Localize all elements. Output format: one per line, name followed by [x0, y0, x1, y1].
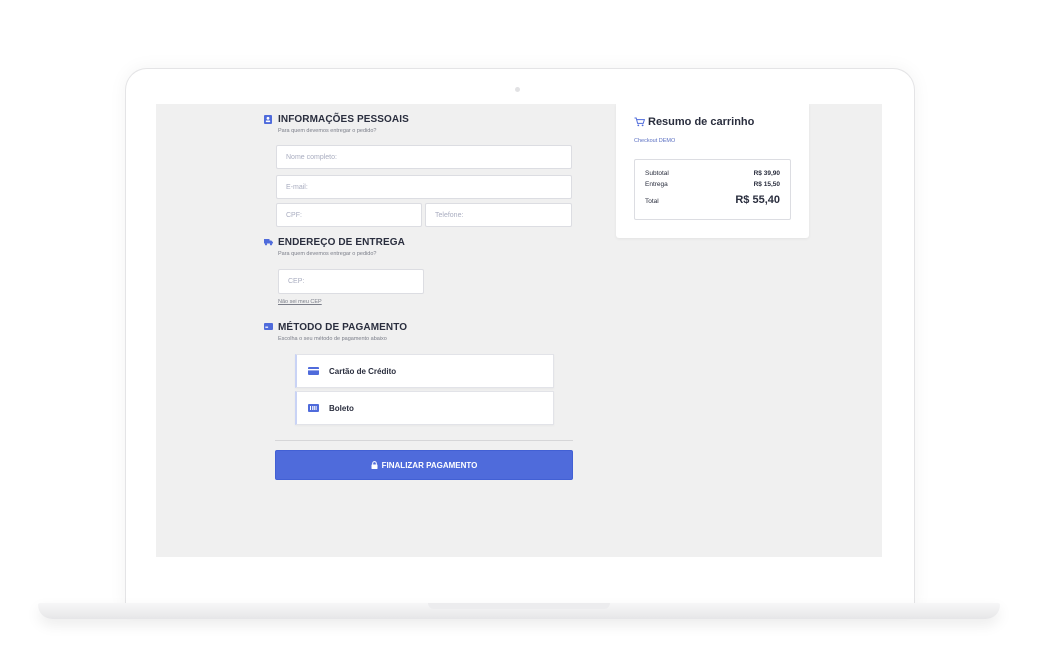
delivery-title: ENDEREÇO DE ENTREGA — [278, 237, 405, 248]
total-value: R$ 55,40 — [735, 194, 780, 206]
phone-field[interactable]: Telefone: — [425, 203, 572, 227]
divider — [275, 440, 573, 441]
barcode-icon — [308, 403, 320, 413]
camera-dot — [515, 87, 520, 92]
personal-info-subtitle: Para quem devemos entregar o pedido? — [278, 128, 377, 134]
boleto-label: Boleto — [329, 403, 354, 413]
personal-info-title: INFORMAÇÕES PESSOAIS — [278, 114, 409, 125]
cart-summary-heading: Resumo de carrinho — [634, 116, 754, 128]
delivery-fee-label: Entrega — [645, 181, 668, 188]
cpf-field[interactable]: CPF: — [276, 203, 422, 227]
delivery-heading: ENDEREÇO DE ENTREGA — [264, 237, 405, 248]
delivery-fee-value: R$ 15,50 — [753, 181, 780, 188]
total-label: Total — [645, 198, 659, 205]
laptop-notch — [428, 603, 610, 609]
truck-icon — [264, 238, 273, 247]
card-icon — [264, 323, 273, 332]
summary-totals-box: Subtotal R$ 39,90 Entrega R$ 15,50 Total… — [634, 159, 791, 220]
lock-icon — [371, 461, 378, 469]
cart-summary-title: Resumo de carrinho — [648, 116, 755, 128]
email-field[interactable]: E-mail: — [276, 175, 572, 199]
credit-card-option[interactable]: Cartão de Crédito — [295, 354, 554, 388]
boleto-option[interactable]: Boleto — [295, 391, 554, 425]
delivery-row: Entrega R$ 15,50 — [645, 181, 780, 188]
delivery-subtitle: Para quem devemos entregar o pedido? — [278, 251, 377, 257]
credit-card-icon — [308, 366, 320, 376]
finalize-payment-button[interactable]: FINALIZAR PAGAMENTO — [275, 450, 573, 480]
cart-summary-card: Resumo de carrinho Checkout DEMO Subtota… — [616, 104, 809, 238]
payment-subtitle: Escolha o seu método de pagamento abaixo — [278, 336, 387, 342]
checkout-screen: INFORMAÇÕES PESSOAIS Para quem devemos e… — [156, 104, 882, 557]
finalize-payment-label: FINALIZAR PAGAMENTO — [381, 460, 478, 470]
personal-info-heading: INFORMAÇÕES PESSOAIS — [264, 114, 409, 125]
subtotal-row: Subtotal R$ 39,90 — [645, 170, 780, 177]
total-row: Total R$ 55,40 — [645, 194, 780, 206]
cart-summary-subtitle: Checkout DEMO — [634, 138, 676, 144]
payment-title: MÉTODO DE PAGAMENTO — [278, 322, 408, 333]
payment-heading: MÉTODO DE PAGAMENTO — [264, 322, 407, 333]
cart-icon — [634, 117, 645, 127]
subtotal-value: R$ 39,90 — [753, 170, 780, 177]
full-name-field[interactable]: Nome completo: — [276, 145, 572, 169]
credit-card-label: Cartão de Crédito — [329, 366, 397, 376]
id-card-icon — [264, 115, 273, 124]
subtotal-label: Subtotal — [645, 170, 669, 177]
cep-field[interactable]: CEP: — [278, 269, 424, 294]
unknown-cep-link[interactable]: Não sei meu CEP — [278, 299, 322, 305]
